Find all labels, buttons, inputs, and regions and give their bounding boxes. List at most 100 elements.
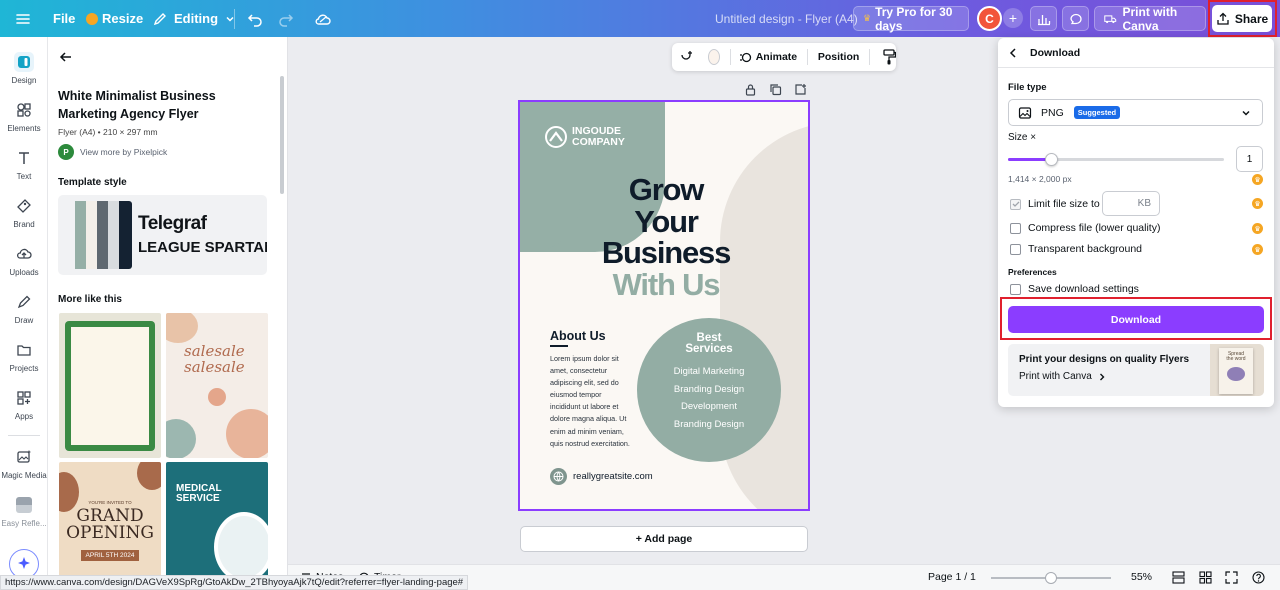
size-slider-thumb[interactable] (1045, 153, 1059, 166)
rail-item-easy-reflections[interactable]: Easy Refle... (0, 495, 48, 528)
lock-icon[interactable] (744, 83, 757, 96)
zoom-slider[interactable] (991, 572, 1111, 584)
share-button[interactable]: Share (1212, 5, 1272, 32)
background-color-swatch[interactable] (708, 49, 720, 65)
zoom-slider-thumb[interactable] (1045, 572, 1057, 584)
website-text: reallygreatsite.com (573, 471, 653, 482)
template-style-heading: Template style (58, 177, 127, 188)
file-size-kb-input[interactable]: KB (1102, 191, 1160, 216)
creator-link[interactable]: P View more by Pixelpick (58, 144, 167, 160)
resize-button[interactable]: Resize (86, 0, 143, 37)
rail-item-design[interactable]: Design (0, 52, 48, 85)
thumbnail-text: MEDICAL SERVICE (176, 483, 222, 504)
draw-icon (14, 292, 34, 312)
rail-item-text[interactable]: Text (0, 148, 48, 181)
flyer-headline: Business (601, 235, 731, 270)
cloud-save-icon[interactable] (314, 0, 332, 37)
template-thumbnail[interactable] (59, 313, 161, 458)
kb-unit: KB (1137, 198, 1151, 209)
paint-roller-icon[interactable] (882, 49, 897, 65)
download-button[interactable]: Download (1008, 306, 1264, 333)
rail-item-elements[interactable]: Elements (0, 100, 48, 133)
rail-item-projects[interactable]: Projects (0, 340, 48, 373)
rail-label: Magic Media (1, 471, 47, 480)
size-slider[interactable] (1008, 153, 1224, 166)
editing-mode-button[interactable]: Editing (152, 0, 236, 37)
projects-icon (14, 340, 34, 360)
rail-item-draw[interactable]: Draw (0, 292, 48, 325)
save-settings-label: Save download settings (1028, 283, 1139, 295)
template-thumbnail[interactable]: YOU'RE INVITED TO GRAND OPENING APRIL 5T… (59, 462, 161, 590)
promo-image: Spread the word (1210, 344, 1264, 396)
redo-icon[interactable] (277, 0, 295, 37)
chevron-down-icon (1242, 110, 1250, 116)
file-type-select[interactable]: PNG Suggested (1008, 99, 1263, 126)
help-icon[interactable] (1252, 571, 1265, 584)
pencil-icon (153, 12, 166, 25)
save-settings-option[interactable]: Save download settings (1010, 283, 1139, 295)
magic-media-icon (14, 447, 34, 467)
hamburger-menu-icon[interactable] (14, 0, 32, 37)
crown-icon: ♛ (1252, 174, 1263, 185)
transparent-background-checkbox[interactable] (1010, 243, 1021, 255)
rail-item-uploads[interactable]: Uploads (0, 244, 48, 277)
apps-icon (14, 388, 34, 408)
color-swatch (86, 201, 97, 269)
size-input[interactable]: 1 (1236, 146, 1263, 172)
compress-checkbox[interactable] (1010, 222, 1021, 234)
compress-option[interactable]: Compress file (lower quality) (1010, 222, 1160, 234)
template-meta: Flyer (A4) • 210 × 297 mm (58, 127, 158, 137)
uploads-icon (14, 244, 34, 264)
position-button[interactable]: Position (818, 51, 859, 63)
rail-item-apps[interactable]: Apps (0, 388, 48, 421)
comments-icon[interactable] (1062, 6, 1089, 31)
invite-plus-icon[interactable]: + (1003, 8, 1023, 28)
rail-label: Design (11, 76, 37, 85)
print-with-canva-button[interactable]: Print with Canva (1094, 4, 1206, 33)
limit-file-size-option[interactable]: Limit file size to (1010, 198, 1100, 210)
thumbnail-shape (166, 419, 196, 458)
undo-icon[interactable] (246, 0, 264, 37)
try-pro-button[interactable]: ♛ Try Pro for 30 days (853, 4, 969, 33)
panel-scrollbar[interactable] (280, 76, 284, 194)
flyer-website: reallygreatsite.com (550, 468, 653, 485)
insights-icon[interactable] (1030, 6, 1057, 31)
file-menu[interactable]: File (53, 0, 75, 37)
page-indicator[interactable]: Page 1 / 1 (928, 571, 976, 583)
add-page-icon[interactable] (794, 83, 807, 96)
template-thumbnail[interactable]: salesale salesale (166, 313, 268, 458)
template-style-card[interactable]: Telegraf LEAGUE SPARTAN (58, 195, 267, 275)
flyer-body-text: Lorem ipsum dolor sit amet, consectetur … (550, 354, 630, 448)
magic-edit-icon[interactable] (678, 49, 694, 65)
design-page[interactable]: INGOUDE COMPANY Grow Your Business With … (518, 100, 810, 511)
grid-view-icon[interactable] (1172, 571, 1185, 584)
duplicate-page-icon[interactable] (769, 83, 782, 96)
print-promo-card[interactable]: Print your designs on quality Flyers Pri… (1008, 344, 1264, 396)
sparkle-icon (18, 557, 30, 569)
flyer-services-circle: Best Services Digital Marketing Branding… (637, 318, 781, 462)
zoom-level[interactable]: 55% (1131, 571, 1152, 583)
rail-item-brand[interactable]: Brand (0, 196, 48, 229)
limit-file-size-checkbox[interactable] (1010, 198, 1021, 210)
animate-button[interactable]: Animate (739, 51, 797, 64)
fullscreen-icon[interactable] (1225, 571, 1238, 584)
save-settings-checkbox[interactable] (1010, 283, 1021, 295)
back-chevron-icon[interactable] (1008, 47, 1018, 59)
crown-icon: ♛ (1252, 198, 1263, 209)
document-title[interactable]: Untitled design - Flyer (A4) (715, 0, 858, 37)
try-pro-label: Try Pro for 30 days (875, 4, 953, 33)
transparent-background-option[interactable]: Transparent background (1010, 243, 1142, 255)
avatar[interactable]: C (977, 6, 1002, 31)
promo-link[interactable]: Print with Canva (1019, 371, 1107, 382)
logo-mark-icon (545, 126, 567, 148)
rail-item-magic-media[interactable]: Magic Media (0, 447, 48, 480)
back-arrow-icon[interactable] (58, 49, 74, 65)
divider (234, 9, 235, 29)
services-title: Best Services (685, 332, 733, 355)
template-thumbnail[interactable]: MEDICAL SERVICE (166, 462, 268, 590)
service-item: Branding Design (673, 418, 745, 430)
print-with-canva-label: Print with Canva (1122, 4, 1178, 33)
pages-grid-icon[interactable] (1199, 571, 1212, 584)
thumbnail-inner (71, 327, 149, 445)
add-page-button[interactable]: + Add page (520, 526, 808, 552)
